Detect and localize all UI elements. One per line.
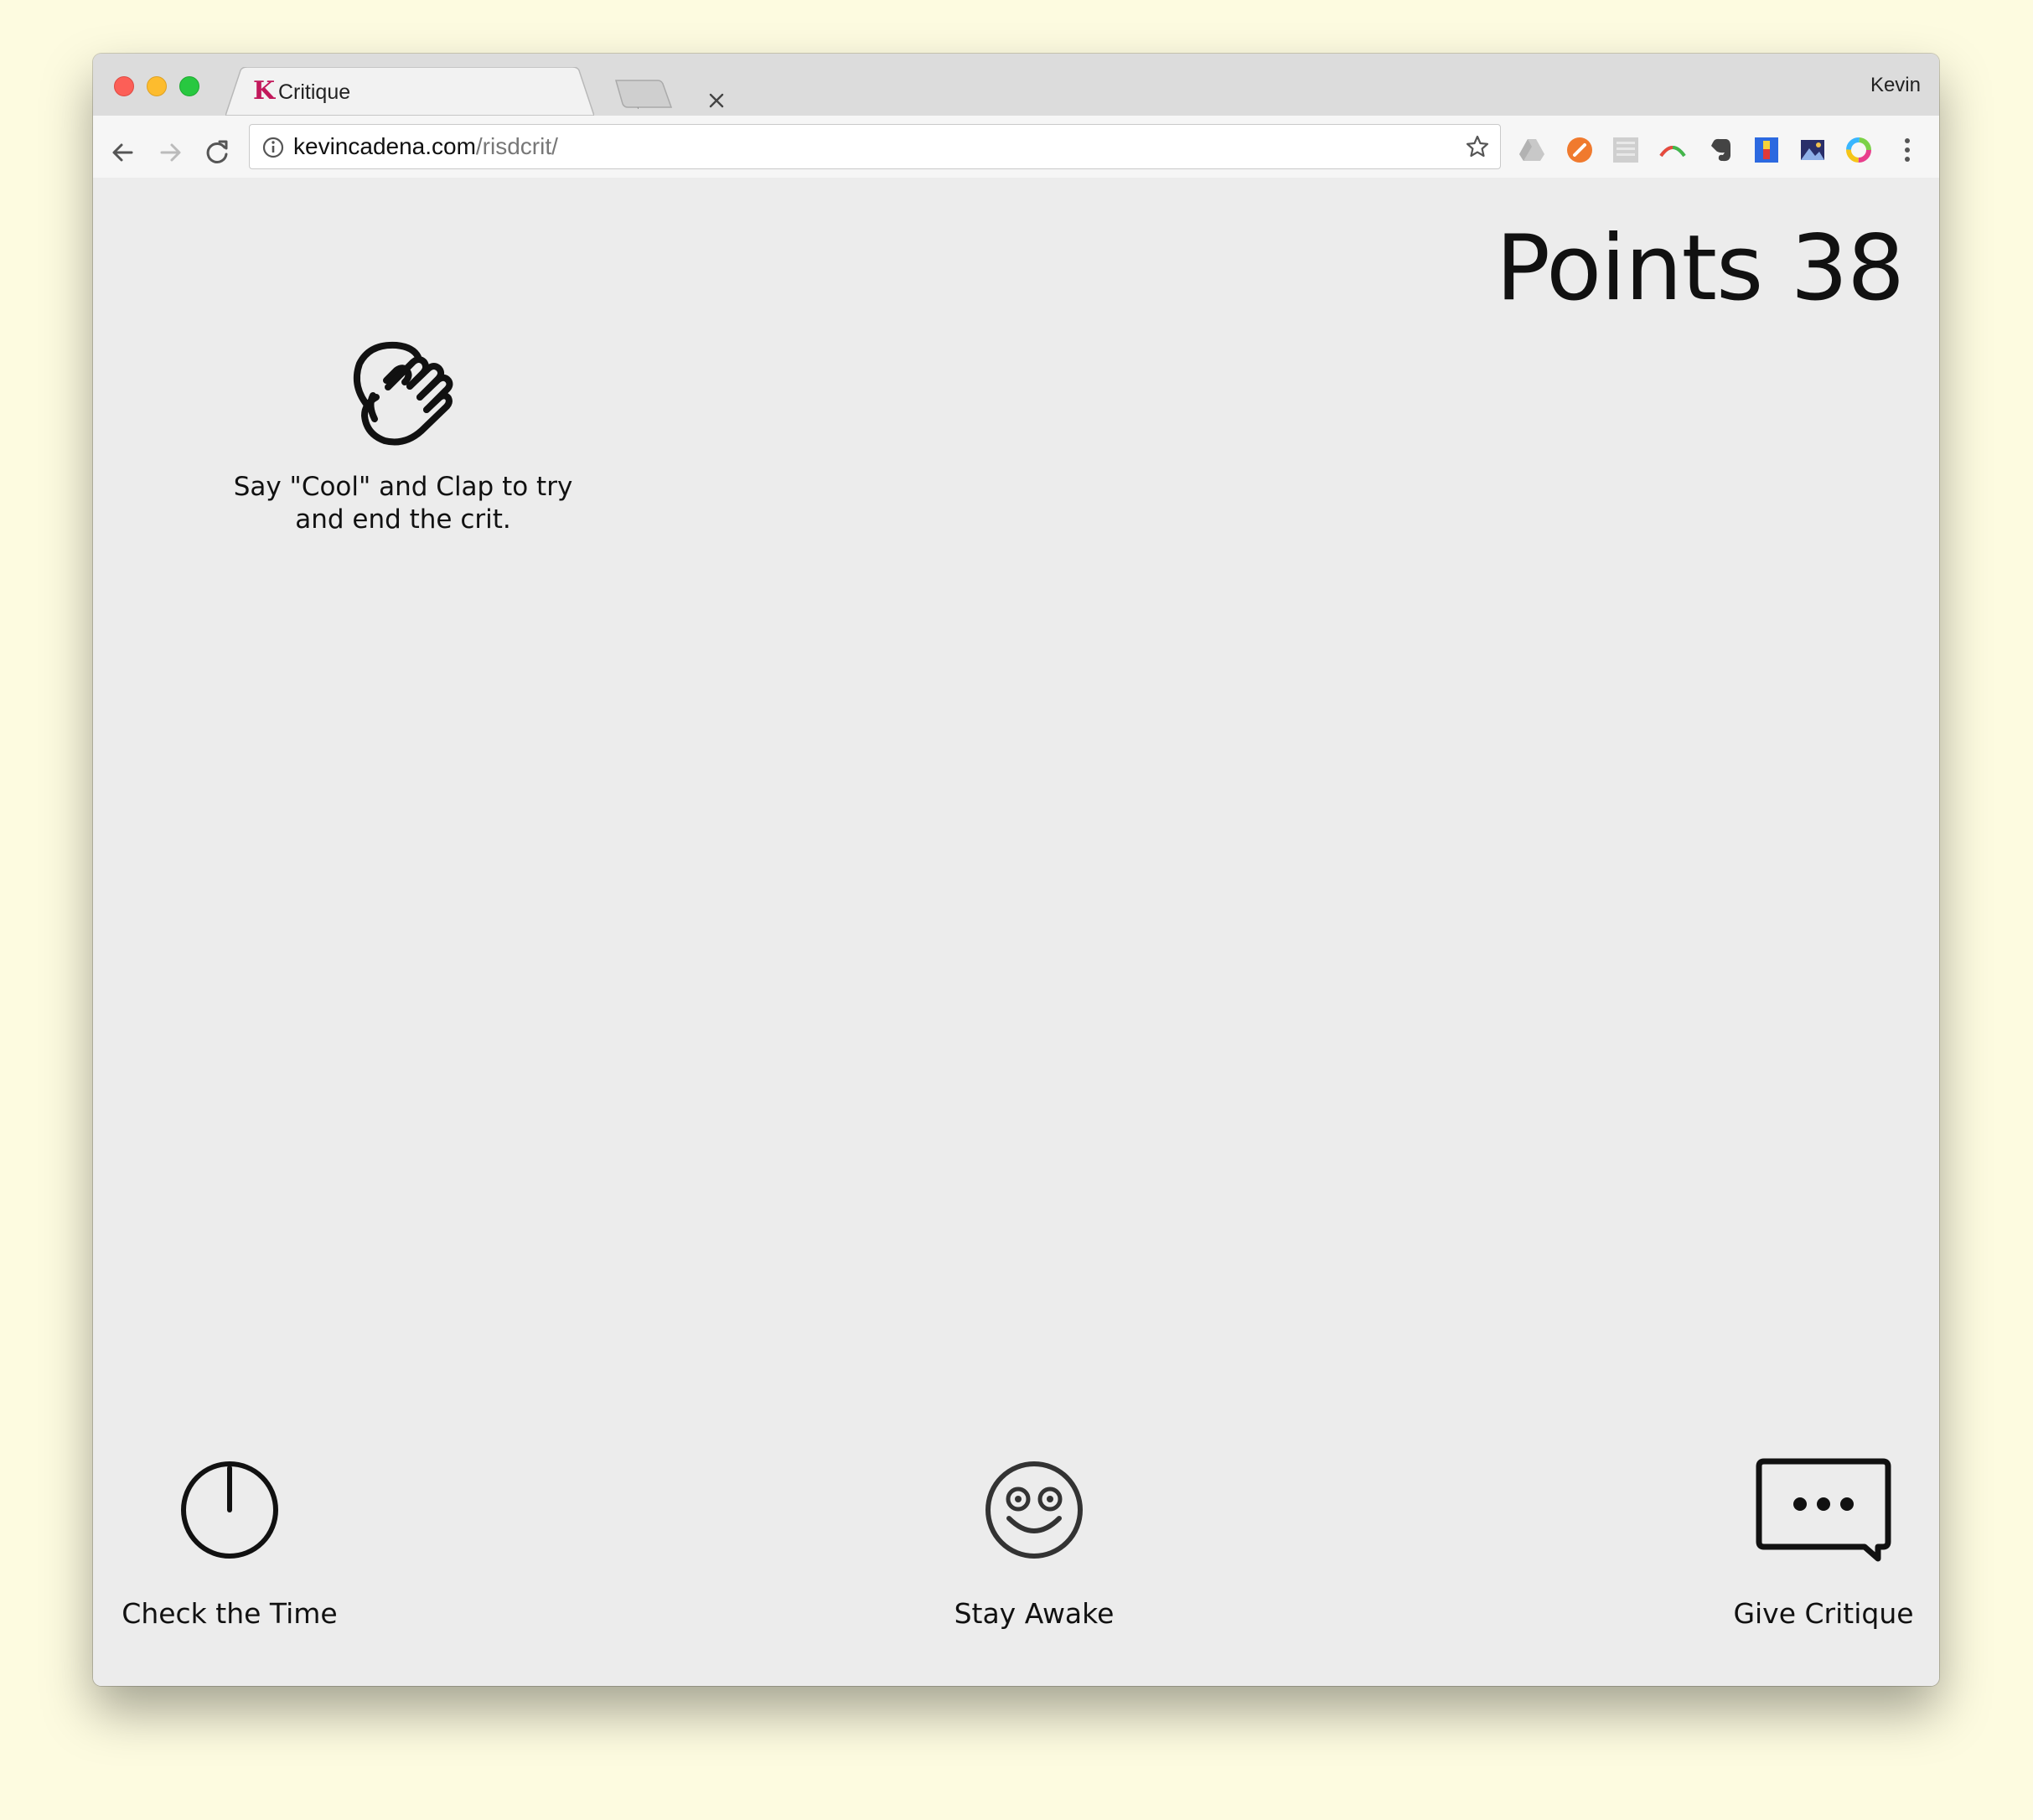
clock-icon — [181, 1461, 278, 1559]
check-time-label: Check the Time — [122, 1597, 338, 1630]
clapping-hands-icon[interactable] — [344, 337, 462, 454]
speech-bubble-icon — [1756, 1458, 1891, 1562]
evernote-icon[interactable] — [1706, 136, 1735, 164]
check-time-button[interactable]: Check the Time — [118, 1458, 341, 1630]
zoom-window-button[interactable] — [179, 76, 199, 96]
new-tab-button[interactable] — [614, 79, 673, 109]
browser-window: K Critique Kevin kevincadena.com/risdcri… — [93, 54, 1939, 1686]
profile-name[interactable]: Kevin — [1870, 74, 1921, 97]
url-text[interactable]: kevincadena.com/risdcrit/ — [293, 133, 558, 160]
stay-awake-label: Stay Awake — [954, 1597, 1115, 1630]
title-bar: K Critique Kevin — [93, 54, 1939, 116]
colorzilla-icon[interactable] — [1752, 136, 1781, 164]
tab-title: Critique — [278, 80, 351, 104]
chrome-menu-icon[interactable] — [1893, 136, 1922, 164]
page-content: Points 38 Say "Cool" and Clap to try and… — [93, 178, 1939, 1686]
photo-extension-icon[interactable] — [1798, 136, 1827, 164]
points-counter: Points 38 — [1495, 216, 1905, 321]
give-critique-button[interactable]: Give Critique — [1712, 1458, 1935, 1630]
bookmark-star-icon[interactable] — [1465, 134, 1490, 159]
clap-prompt[interactable]: Say "Cool" and Clap to try and end the c… — [227, 337, 579, 536]
reload-icon[interactable] — [199, 134, 235, 171]
tab-close-icon[interactable] — [707, 91, 726, 110]
give-critique-label: Give Critique — [1733, 1597, 1914, 1630]
orange-extension-icon[interactable] — [1565, 136, 1594, 164]
close-window-button[interactable] — [114, 76, 134, 96]
color-wheel-icon[interactable] — [1844, 136, 1873, 164]
clap-instruction-text: Say "Cool" and Clap to try and end the c… — [233, 472, 573, 535]
url-path: /risdcrit/ — [475, 133, 558, 159]
tab-critique[interactable]: K Critique — [225, 67, 724, 116]
grid-extension-icon[interactable] — [1611, 136, 1640, 164]
forward-arrow-icon[interactable] — [152, 134, 189, 171]
stay-awake-button[interactable]: Stay Awake — [923, 1458, 1146, 1630]
smiley-face-icon — [985, 1461, 1083, 1559]
tab-favicon-icon: K — [253, 76, 276, 106]
arc-extension-icon[interactable] — [1658, 136, 1687, 164]
google-drive-icon[interactable] — [1518, 136, 1546, 164]
address-bar[interactable]: kevincadena.com/risdcrit/ — [249, 124, 1501, 169]
url-host: kevincadena.com — [293, 133, 476, 159]
back-arrow-icon[interactable] — [105, 134, 142, 171]
minimize-window-button[interactable] — [147, 76, 167, 96]
site-info-icon[interactable] — [261, 136, 285, 159]
